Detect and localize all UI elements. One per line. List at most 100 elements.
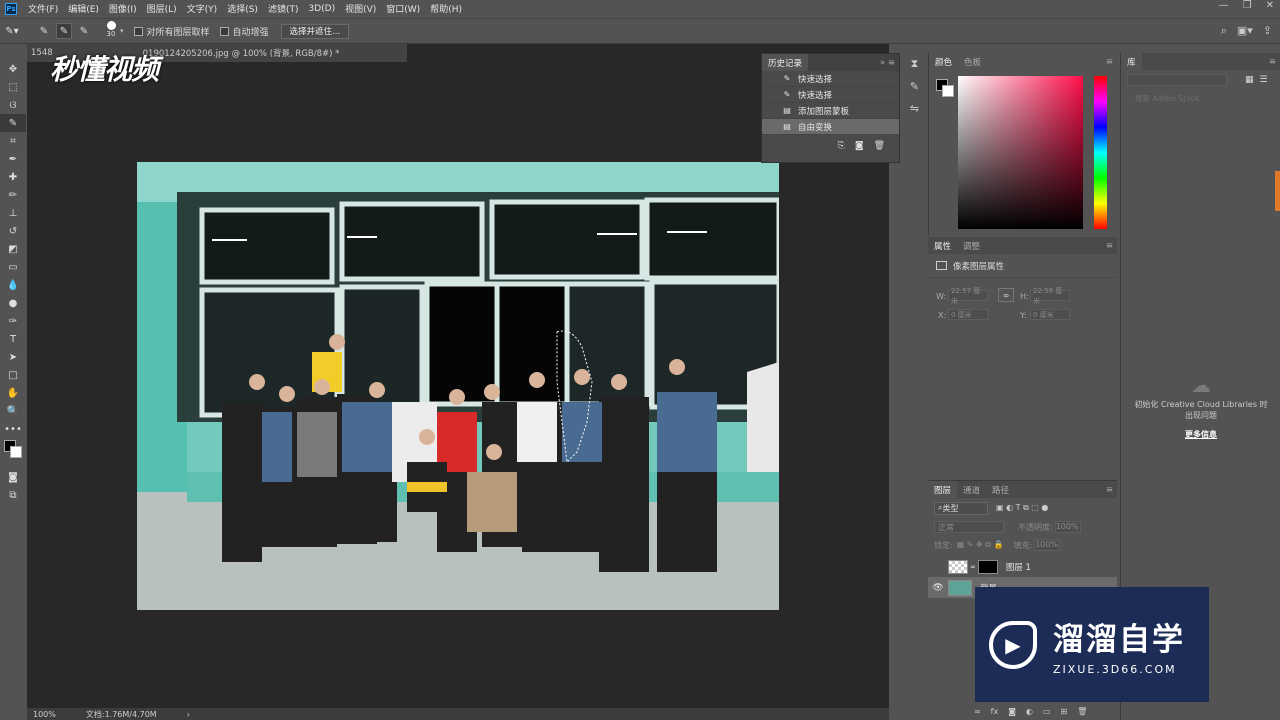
- menu-help[interactable]: 帮助(H): [425, 2, 467, 15]
- layer-row[interactable]: ∞ 图层 1: [928, 556, 1117, 577]
- history-item[interactable]: ✎ 快速选择: [762, 87, 899, 103]
- trash-icon[interactable]: 🗑: [1077, 707, 1087, 716]
- panel-menu-icon[interactable]: ≡: [1106, 485, 1113, 495]
- more-info-link[interactable]: 更多信息: [1121, 429, 1280, 440]
- y-field[interactable]: 0 厘米: [1030, 309, 1070, 320]
- snapshot-camera-icon[interactable]: ◙: [855, 141, 864, 151]
- menu-3d[interactable]: 3D(D): [303, 4, 340, 14]
- tool-preset-icon[interactable]: ✎▾: [4, 23, 20, 39]
- filter-icons[interactable]: ▣ ◐ T ⧉ ⬚ ●: [996, 503, 1048, 513]
- crop-tool-icon[interactable]: ⌗: [0, 132, 26, 150]
- brush-size-picker[interactable]: 30: [102, 20, 120, 42]
- new-layer-icon[interactable]: ⊞: [1061, 707, 1068, 716]
- tab-properties[interactable]: 属性: [928, 237, 957, 254]
- brush-settings-icon[interactable]: ✎: [902, 75, 927, 97]
- new-document-from-state-icon[interactable]: ⎘: [838, 141, 845, 151]
- pen-tool-icon[interactable]: ✑: [0, 312, 26, 330]
- eyedropper-tool-icon[interactable]: ✒: [0, 150, 26, 168]
- type-tool-icon[interactable]: T: [0, 330, 26, 348]
- background-color-swatch[interactable]: [10, 446, 22, 458]
- search-icon[interactable]: ⌕: [1221, 24, 1227, 38]
- grid-view-icon[interactable]: ▦: [1245, 75, 1254, 85]
- healing-brush-icon[interactable]: ✚: [0, 168, 26, 186]
- opacity-field[interactable]: 100%: [1054, 521, 1081, 533]
- close-icon[interactable]: ✕: [1266, 0, 1274, 11]
- path-selection-icon[interactable]: ➤: [0, 348, 26, 366]
- color-swatches[interactable]: [0, 438, 26, 468]
- share-icon[interactable]: ⇪: [1263, 24, 1272, 38]
- folder-icon[interactable]: ▭: [1043, 707, 1051, 716]
- screen-mode-icon[interactable]: ⧉: [0, 486, 26, 504]
- adjustment-layer-icon[interactable]: ◐: [1026, 707, 1033, 716]
- layer-mask-thumbnail[interactable]: [977, 559, 998, 574]
- history-brush-icon[interactable]: ↺: [0, 222, 26, 240]
- gradient-tool-icon[interactable]: ▭: [0, 258, 26, 276]
- eraser-tool-icon[interactable]: ◩: [0, 240, 26, 258]
- add-selection-icon[interactable]: ✎: [56, 23, 72, 39]
- menu-image[interactable]: 图像(I): [104, 2, 142, 15]
- link-icon[interactable]: ∞: [998, 288, 1014, 302]
- tab-history[interactable]: 历史记录: [762, 54, 809, 71]
- x-field[interactable]: 0 厘米: [948, 309, 988, 320]
- lock-icons[interactable]: ▦ ✎ ✥ ⧉ 🔒: [957, 540, 1004, 550]
- list-view-icon[interactable]: ☰: [1260, 75, 1268, 85]
- blur-tool-icon[interactable]: 💧: [0, 276, 26, 294]
- quick-selection-tool-icon[interactable]: ✎: [0, 114, 26, 132]
- history-item[interactable]: ✎ 快速选择: [762, 71, 899, 87]
- menu-filter[interactable]: 滤镜(T): [263, 2, 304, 15]
- menu-select[interactable]: 选择(S): [222, 2, 263, 15]
- fx-icon[interactable]: fx: [991, 707, 999, 716]
- link-layers-icon[interactable]: ∞: [974, 707, 981, 716]
- rectangle-tool-icon[interactable]: □: [0, 366, 26, 384]
- chevron-down-icon[interactable]: ▾: [120, 27, 124, 35]
- menu-type[interactable]: 文字(Y): [182, 2, 223, 15]
- dodge-tool-icon[interactable]: ●: [0, 294, 26, 312]
- library-select[interactable]: [1127, 74, 1227, 86]
- menu-layer[interactable]: 图层(L): [142, 2, 182, 15]
- stock-search-input[interactable]: 搜索 Adobe Stock: [1121, 90, 1280, 106]
- tab-color[interactable]: 颜色: [929, 53, 958, 70]
- move-tool-icon[interactable]: ✥: [0, 60, 26, 78]
- trash-icon[interactable]: 🗑: [874, 141, 885, 151]
- menu-file[interactable]: 文件(F): [23, 2, 63, 15]
- zoom-level[interactable]: 100%: [33, 710, 56, 719]
- auto-enhance-checkbox[interactable]: [219, 26, 229, 36]
- link-icon[interactable]: ∞: [970, 563, 976, 571]
- fill-field[interactable]: 100%: [1034, 539, 1061, 551]
- tab-channels[interactable]: 通道: [957, 481, 986, 498]
- scrollbar[interactable]: [1275, 171, 1280, 211]
- panel-menu-icon[interactable]: ≡: [1106, 241, 1113, 251]
- menu-edit[interactable]: 编辑(E): [63, 2, 104, 15]
- width-field[interactable]: 22.57 厘米: [948, 287, 988, 305]
- tab-paths[interactable]: 路径: [986, 481, 1015, 498]
- blend-mode-select[interactable]: 正常: [934, 521, 1004, 533]
- add-mask-icon[interactable]: ◙: [1008, 707, 1016, 716]
- status-arrow-icon[interactable]: ›: [187, 710, 190, 719]
- workspace-icon[interactable]: ▣▾: [1237, 24, 1253, 38]
- history-item[interactable]: ▤ 自由变换: [762, 119, 899, 135]
- brush-tool-icon[interactable]: ✏: [0, 186, 26, 204]
- eye-icon[interactable]: 👁: [928, 583, 948, 593]
- layer-filter-select[interactable]: ⌕ 类型: [934, 501, 988, 515]
- color-field[interactable]: [958, 76, 1083, 229]
- history-panel-icon[interactable]: ⧗: [902, 53, 927, 75]
- hue-slider[interactable]: [1094, 76, 1107, 229]
- height-field[interactable]: 22.58 厘米: [1030, 287, 1070, 305]
- lasso-tool-icon[interactable]: ଓ: [0, 96, 26, 114]
- panel-menu-icon[interactable]: ≡: [1106, 57, 1113, 67]
- properties-sliders-icon[interactable]: ⇋: [902, 97, 927, 119]
- panel-menu-icon[interactable]: ≡: [1269, 57, 1276, 67]
- panel-menu-icon[interactable]: » ≡: [880, 58, 895, 68]
- image-canvas[interactable]: [137, 162, 779, 610]
- new-selection-icon[interactable]: ✎: [36, 23, 52, 39]
- background-color-swatch[interactable]: [942, 85, 954, 97]
- tab-swatches[interactable]: 色板: [958, 53, 987, 70]
- clone-stamp-icon[interactable]: ⊥: [0, 204, 26, 222]
- marquee-tool-icon[interactable]: ⬚: [0, 78, 26, 96]
- tab-adjustments[interactable]: 调整: [957, 237, 986, 254]
- quick-mask-icon[interactable]: ◙: [0, 468, 26, 486]
- history-item[interactable]: ▤ 添加图层蒙板: [762, 103, 899, 119]
- tab-layers[interactable]: 图层: [928, 481, 958, 498]
- tab-library[interactable]: 库: [1121, 53, 1142, 70]
- more-tools-icon[interactable]: •••: [0, 420, 26, 438]
